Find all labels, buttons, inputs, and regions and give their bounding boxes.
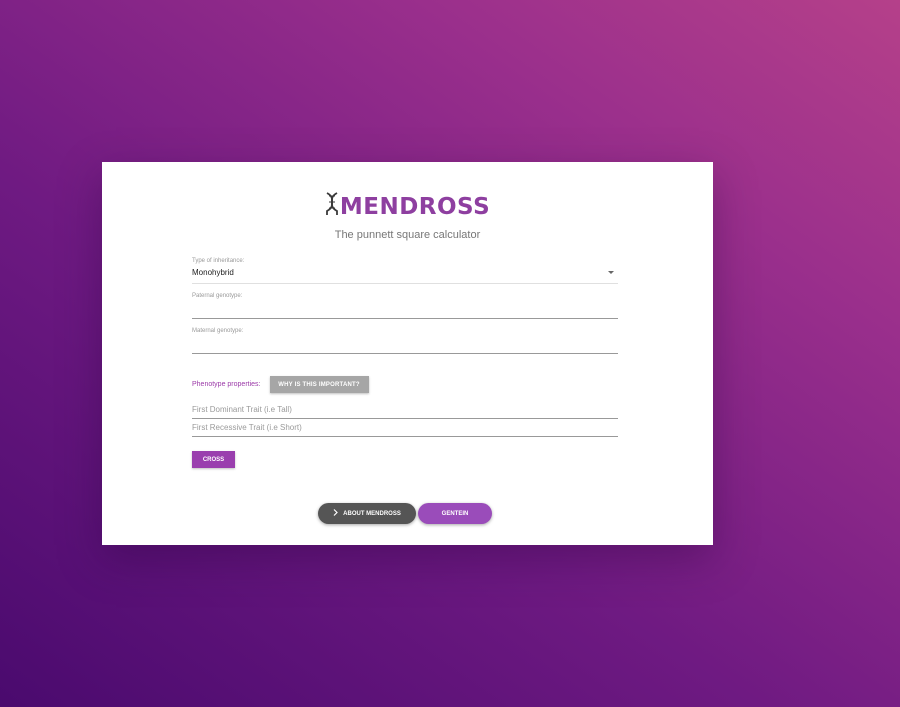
dominant-trait-underline xyxy=(192,418,618,419)
maternal-genotype-field[interactable]: Maternal genotype: xyxy=(192,328,618,354)
gentein-button[interactable]: GENTEIN xyxy=(418,503,492,524)
chevron-right-icon xyxy=(333,509,339,518)
paternal-genotype-field[interactable]: Paternal genotype: xyxy=(192,293,618,319)
tagline: The punnett square calculator xyxy=(334,229,481,241)
inheritance-label: Type of inheritance: xyxy=(192,258,245,264)
phenotype-row: Phenotype properties: WHY IS THIS IMPORT… xyxy=(192,376,369,393)
logo: MENDROSS xyxy=(102,192,713,221)
inheritance-underline xyxy=(192,283,618,284)
dropdown-caret-icon xyxy=(608,271,614,274)
maternal-genotype-label: Maternal genotype: xyxy=(192,328,244,334)
recessive-trait-placeholder: First Recessive Trait (i.e Short) xyxy=(192,423,302,432)
why-important-button[interactable]: WHY IS THIS IMPORTANT? xyxy=(269,376,369,393)
paternal-genotype-label: Paternal genotype: xyxy=(192,293,243,299)
phenotype-label: Phenotype properties: xyxy=(192,381,261,388)
recessive-trait-input[interactable]: First Recessive Trait (i.e Short) xyxy=(192,423,618,437)
recessive-trait-underline xyxy=(192,436,618,437)
paternal-genotype-underline xyxy=(192,318,618,319)
inheritance-select[interactable]: Type of inheritance: Monohybrid xyxy=(192,258,618,284)
about-mendross-label: ABOUT MENDROSS xyxy=(343,510,401,517)
inheritance-value: Monohybrid xyxy=(192,268,234,277)
maternal-genotype-underline xyxy=(192,353,618,354)
cross-button[interactable]: CROSS xyxy=(192,451,235,468)
main-card: MENDROSS The punnett square calculator T… xyxy=(102,162,713,545)
dominant-trait-placeholder: First Dominant Trait (i.e Tall) xyxy=(192,405,292,414)
dominant-trait-input[interactable]: First Dominant Trait (i.e Tall) xyxy=(192,405,618,419)
logo-text: MENDROSS xyxy=(339,193,491,220)
dna-icon xyxy=(325,192,339,221)
about-mendross-button[interactable]: ABOUT MENDROSS xyxy=(318,503,416,524)
